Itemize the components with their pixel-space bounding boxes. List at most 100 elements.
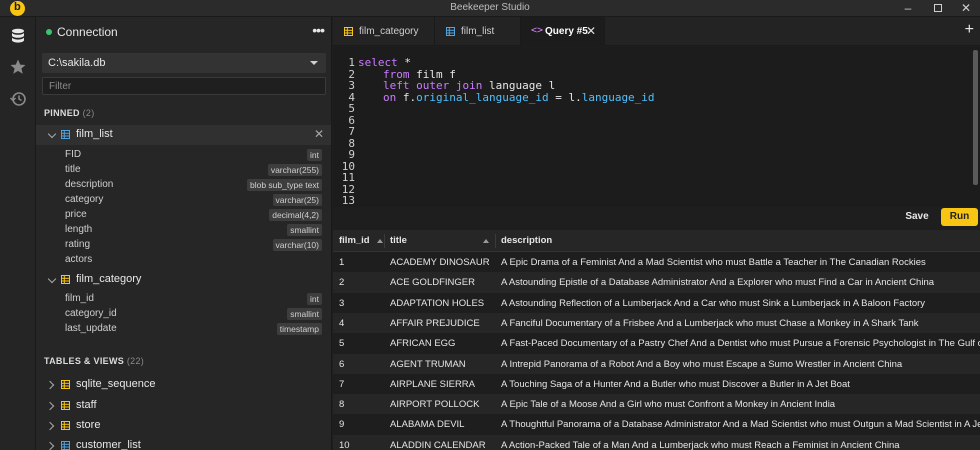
connected-status-icon (46, 29, 52, 35)
table-row[interactable]: 7 AIRPLANE SIERRA A Touching Saga of a Hun… (333, 374, 980, 394)
filter-input[interactable] (42, 77, 326, 95)
cell-description: A Epic Tale of a Moose And a Girl who mu… (501, 399, 836, 411)
table-icon (344, 27, 353, 36)
database-icon[interactable] (9, 27, 27, 45)
tab-query-5[interactable]: <> Query #5 ✕ (521, 17, 605, 46)
table-row[interactable]: 8 AIRPORT POLLOCK A Epic Tale of a Moose A… (333, 394, 980, 415)
star-icon[interactable] (9, 58, 27, 76)
save-button[interactable]: Save (898, 208, 936, 226)
column-header-film-id[interactable]: film_id (339, 235, 383, 246)
view-icon (61, 130, 70, 139)
cell-film-id: 8 (339, 399, 345, 411)
chevron-right-icon[interactable] (45, 401, 55, 411)
cell-description: A Action-Packed Tale of a Man And a Lumb… (501, 439, 900, 450)
table-row[interactable]: 3 ADAPTATION HOLES A Astounding Reflection… (333, 293, 980, 313)
cell-title: AFFAIR PREJUDICE (390, 317, 480, 329)
cell-film-id: 7 (339, 378, 345, 390)
column-type-badge: varchar(255) (267, 164, 322, 176)
pinned-item-label: film_list (76, 128, 113, 140)
tab-film-category[interactable]: film_category (333, 17, 435, 46)
column-row: actors (65, 254, 93, 265)
table-row[interactable]: 10 ALADDIN CALENDAR A Action-Packed Tale o… (333, 434, 980, 450)
history-icon[interactable] (9, 90, 27, 108)
cell-title: ADAPTATION HOLES (390, 297, 485, 309)
tab-film-list[interactable]: film_list (435, 17, 521, 46)
connection-more-button[interactable]: ••• (312, 22, 325, 38)
activity-bar (0, 17, 36, 450)
chevron-down-icon[interactable] (47, 129, 57, 139)
cell-film-id: 3 (339, 297, 345, 309)
table-row[interactable]: 2 ACE GOLDFINGER A Astounding Epistle of a… (333, 272, 980, 293)
pinned-item-film-list[interactable]: film_list ✕ (36, 125, 331, 145)
title-bar: b Beekeeper Studio – ✕ (0, 0, 980, 17)
table-row[interactable]: 6 AGENT TRUMAN A Intrepid Panorama of a Ro… (333, 353, 980, 374)
cell-film-id: 6 (339, 358, 345, 370)
table-item-sqlite-sequence[interactable]: sqlite_sequence (36, 375, 331, 395)
caret-down-icon (310, 61, 318, 65)
run-button[interactable]: Run (941, 208, 978, 226)
column-row: category varchar(25) (36, 193, 331, 208)
connection-label: Connection (57, 25, 118, 39)
column-type-badge: smallint (287, 224, 322, 236)
table-item-store[interactable]: store (36, 416, 331, 436)
window-title: Beekeeper Studio (450, 2, 530, 13)
column-row: rating varchar(10) (36, 238, 331, 253)
column-row: film_id int (36, 292, 331, 307)
table-icon (61, 380, 70, 389)
sql-editor[interactable]: 1 2 3 4 5 6 7 8 9 10 11 12 13 select * f… (333, 47, 980, 207)
column-divider[interactable] (384, 234, 385, 248)
column-row: description blob sub_type text (36, 178, 331, 193)
code-line: on f.original_language_id = l.language_i… (383, 90, 655, 104)
close-icon[interactable]: ✕ (952, 0, 980, 17)
cell-description: A Epic Drama of a Feminist And a Mad Sci… (501, 257, 926, 268)
chevron-right-icon[interactable] (45, 421, 55, 431)
cell-description: A Intrepid Panorama of a Robot And a Boy… (501, 358, 903, 370)
column-type-badge: decimal(4,2) (269, 209, 322, 221)
column-row: length smallint (36, 223, 331, 238)
column-type-badge: timestamp (276, 323, 322, 335)
column-type-badge: varchar(10) (272, 239, 322, 251)
column-type-badge: smallint (287, 308, 322, 320)
table-row[interactable]: 9 ALABAMA DEVIL A Thoughtful Panorama of a… (333, 414, 980, 434)
database-select-value: C:\sakila.db (48, 57, 106, 69)
column-row: last_update timestamp (36, 322, 331, 337)
cell-description: A Astounding Epistle of a Database Admin… (501, 277, 935, 289)
table-row[interactable]: 4 AFFAIR PREJUDICE A Fanciful Documentary … (333, 312, 980, 334)
new-tab-button[interactable]: + (965, 21, 974, 39)
minimize-icon[interactable]: – (894, 0, 922, 17)
table-row[interactable]: 1 ACADEMY DINOSAUR A Epic Drama of a Femin… (333, 252, 980, 272)
editor-scrollbar[interactable] (973, 50, 978, 185)
cell-description: A Fanciful Documentary of a Frisbee And … (501, 317, 919, 329)
pinned-section-title: PINNED (2) (44, 108, 95, 118)
table-item-customer-list[interactable]: customer_list (36, 436, 331, 450)
cell-title: ALABAMA DEVIL (390, 419, 465, 431)
table-item-staff[interactable]: staff (36, 396, 331, 416)
tables-section-title: TABLES & VIEWS (22) (44, 356, 145, 366)
column-header-title[interactable]: title (390, 235, 489, 246)
column-row: FID int (36, 148, 331, 163)
column-header-description[interactable]: description (501, 235, 552, 246)
cell-title: ALADDIN CALENDAR (390, 439, 486, 450)
maximize-icon[interactable] (924, 0, 952, 17)
database-select[interactable]: C:\sakila.db (42, 53, 326, 73)
column-type-badge: int (307, 293, 322, 305)
connection-header: Connection ••• (36, 17, 331, 47)
chevron-down-icon[interactable] (47, 274, 57, 284)
close-tab-icon[interactable]: ✕ (586, 24, 596, 38)
cell-description: A Touching Saga of a Hunter And a Butler… (501, 378, 850, 390)
cell-title: AGENT TRUMAN (390, 358, 466, 370)
column-row: title varchar(255) (36, 163, 331, 178)
pinned-item-film-category[interactable]: film_category (36, 270, 331, 290)
sort-icon (483, 239, 489, 243)
cell-title: ACE GOLDFINGER (390, 277, 475, 289)
table-row[interactable]: 5 AFRICAN EGG A Fast-Paced Documentary of … (333, 333, 980, 353)
column-type-badge: blob sub_type text (247, 179, 322, 191)
unpin-icon[interactable]: ✕ (314, 127, 324, 141)
chevron-right-icon[interactable] (45, 380, 55, 390)
sidebar: Connection ••• C:\sakila.db PINNED (2) f… (36, 17, 332, 450)
cell-title: AFRICAN EGG (390, 338, 456, 350)
cell-description: A Fast-Paced Documentary of a Pastry Che… (501, 338, 980, 350)
chevron-right-icon[interactable] (45, 441, 55, 450)
cell-film-id: 5 (339, 338, 345, 350)
column-divider[interactable] (495, 234, 496, 248)
